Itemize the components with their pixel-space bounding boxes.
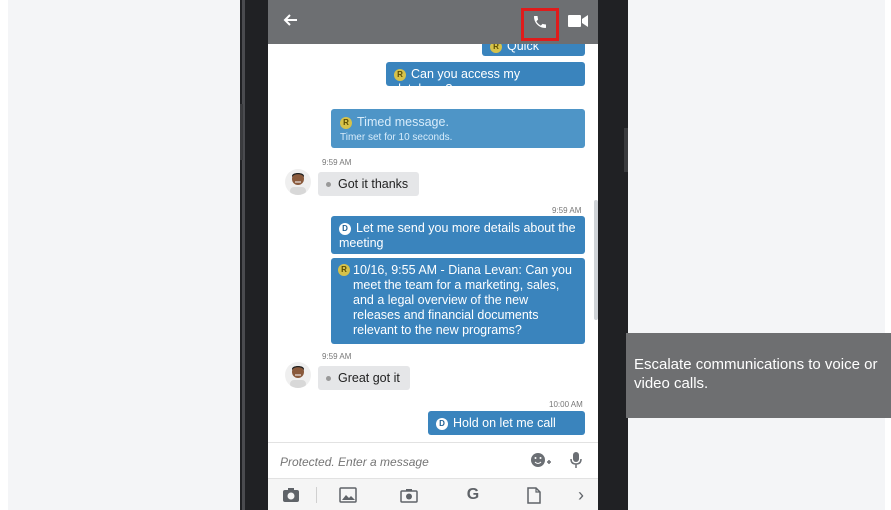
phone-icon (532, 14, 548, 35)
camera-icon[interactable] (398, 485, 420, 505)
message-input[interactable] (278, 449, 512, 475)
sender-badge: D (339, 223, 351, 235)
message-text: Great got it (338, 371, 400, 385)
phone-screen: R Quick request R Can you access my databa… (268, 0, 598, 510)
attachment-toolbar: G › (268, 478, 598, 510)
message-text: 10/16, 9:55 AM - Diana Levan: Can you me… (353, 263, 572, 337)
caption-panel: Escalate communications to voice or vide… (626, 333, 891, 418)
status-dot (326, 181, 331, 187)
message-bubble-quoted[interactable]: R 10/16, 9:55 AM - Diana Levan: Can you m… (331, 258, 585, 344)
video-call-button[interactable] (568, 14, 588, 33)
sender-badge: R (490, 44, 502, 53)
camera-plus-icon[interactable] (280, 485, 302, 505)
scroll-handle[interactable] (594, 200, 598, 320)
phone-edge (242, 0, 245, 510)
timestamp: 10:00 AM (549, 400, 583, 409)
timestamp: 9:59 AM (322, 352, 352, 361)
sender-badge: R (338, 264, 350, 276)
message-bubble-outgoing[interactable]: R Quick request (482, 44, 585, 68)
status-dot (326, 375, 331, 381)
phone-side-button (624, 128, 628, 172)
google-g-icon[interactable]: G (462, 485, 484, 505)
phone-volume-button (240, 104, 243, 160)
chevron-right-icon[interactable]: › (570, 485, 592, 505)
video-camera-icon (568, 15, 588, 32)
microphone-icon[interactable] (570, 451, 582, 474)
background-right (885, 0, 891, 510)
message-bubble-incoming[interactable]: Great got it (318, 366, 410, 390)
avatar[interactable] (285, 362, 311, 388)
message-bubble-incoming[interactable]: Got it thanks (318, 172, 419, 196)
avatar[interactable] (285, 169, 311, 195)
image-icon[interactable] (337, 485, 359, 505)
message-bubble-outgoing[interactable]: D Hold on let me call you (428, 411, 585, 442)
timestamp: 9:59 AM (322, 158, 352, 167)
arrow-left-icon[interactable] (282, 9, 298, 33)
message-text: Let me send you more details about the m… (339, 221, 576, 250)
sender-badge: R (340, 117, 352, 129)
toolbar-divider (316, 487, 317, 503)
timed-message-title: Timed message. (357, 115, 449, 129)
document-icon[interactable] (523, 485, 545, 505)
background-left (0, 0, 8, 510)
message-bubble-outgoing[interactable]: R Can you access my database? (386, 62, 585, 96)
google-glyph: G (466, 486, 480, 503)
message-thread[interactable]: R Quick request R Can you access my databa… (268, 44, 598, 442)
message-text: Got it thanks (338, 177, 409, 191)
timed-message-bubble[interactable]: R Timed message. Timer set for 10 seconds… (331, 109, 585, 148)
sender-badge: D (436, 418, 448, 430)
message-bubble-outgoing[interactable]: D Let me send you more details about the … (331, 216, 585, 254)
timestamp: 9:59 AM (552, 206, 582, 215)
app-bar (268, 0, 598, 44)
message-composer (268, 442, 598, 479)
more-glyph: › (578, 484, 584, 505)
voice-call-button[interactable] (521, 8, 559, 41)
message-text: Hold on let me call you (436, 416, 556, 442)
message-text: Can you access my database? (394, 67, 521, 96)
timer-subtitle: Timer set for 10 seconds. (340, 132, 453, 143)
emoji-add-icon[interactable] (530, 451, 552, 474)
sender-badge: R (394, 69, 406, 81)
caption-text: Escalate communications to voice or vide… (634, 356, 878, 392)
